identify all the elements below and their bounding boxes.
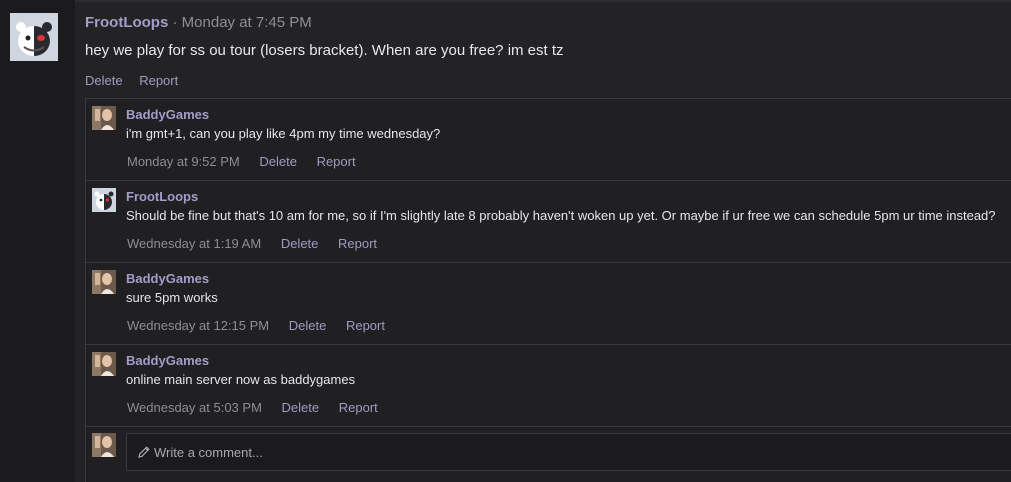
comment-placeholder: Write a comment... — [154, 445, 263, 460]
comment-text: sure 5pm works — [126, 290, 218, 305]
pencil-icon — [138, 446, 150, 458]
comment-timestamp[interactable]: Monday at 9:52 PM — [127, 154, 240, 169]
bear-avatar-icon — [10, 13, 58, 61]
list-item: BaddyGames online main server now as bad… — [86, 345, 1011, 427]
divider — [75, 0, 1011, 2]
post-timestamp[interactable]: Monday at 7:45 PM — [182, 14, 312, 31]
post-author-link[interactable]: FrootLoops — [85, 14, 168, 31]
left-gutter — [0, 0, 75, 482]
comment-input[interactable]: Write a comment... — [126, 433, 1011, 471]
report-button[interactable]: Report — [338, 236, 377, 251]
comment-text: online main server now as baddygames — [126, 372, 356, 387]
header-separator: · — [172, 14, 178, 31]
comment-text: Should be fine but that's 10 am for me, … — [126, 208, 996, 223]
list-item: FrootLoops Should be fine but that's 10 … — [86, 181, 1011, 263]
report-button[interactable]: Report — [317, 154, 356, 169]
user-photo-icon — [92, 270, 116, 294]
delete-button[interactable]: Delete — [282, 400, 320, 415]
list-item: BaddyGames sure 5pm works Wednesday at 1… — [86, 263, 1011, 345]
user-photo-icon — [92, 352, 116, 376]
avatar[interactable] — [92, 106, 116, 130]
comment-author-link[interactable]: FrootLoops — [126, 189, 198, 204]
comment-text: i'm gmt+1, can you play like 4pm my time… — [126, 126, 441, 141]
comment-author-link[interactable]: BaddyGames — [126, 353, 209, 368]
post-body: hey we play for ss ou tour (losers brack… — [85, 42, 564, 59]
comment-author-link[interactable]: BaddyGames — [126, 271, 209, 286]
avatar — [92, 433, 116, 457]
comments-list: BaddyGames i'm gmt+1, can you play like … — [85, 98, 1011, 482]
post-actions: Delete Report — [85, 73, 191, 88]
comment-meta: Wednesday at 12:15 PM Delete Report — [127, 318, 401, 333]
delete-button[interactable]: Delete — [85, 73, 123, 88]
list-item: BaddyGames i'm gmt+1, can you play like … — [86, 99, 1011, 181]
report-button[interactable]: Report — [339, 400, 378, 415]
bear-avatar-icon — [92, 188, 116, 212]
user-photo-icon — [92, 433, 116, 457]
delete-button[interactable]: Delete — [259, 154, 297, 169]
comment-meta: Monday at 9:52 PM Delete Report — [127, 154, 372, 169]
comment-timestamp[interactable]: Wednesday at 12:15 PM — [127, 318, 269, 333]
avatar[interactable] — [92, 352, 116, 376]
comment-meta: Wednesday at 1:19 AM Delete Report — [127, 236, 393, 251]
user-photo-icon — [92, 106, 116, 130]
avatar[interactable] — [92, 270, 116, 294]
report-button[interactable]: Report — [346, 318, 385, 333]
avatar[interactable] — [92, 188, 116, 212]
delete-button[interactable]: Delete — [289, 318, 327, 333]
comment-timestamp[interactable]: Wednesday at 1:19 AM — [127, 236, 261, 251]
avatar[interactable] — [10, 13, 58, 61]
delete-button[interactable]: Delete — [281, 236, 319, 251]
report-button[interactable]: Report — [139, 73, 178, 88]
comment-meta: Wednesday at 5:03 PM Delete Report — [127, 400, 394, 415]
profile-post-thread: FrootLoops · Monday at 7:45 PM hey we pl… — [0, 0, 1011, 482]
comment-author-link[interactable]: BaddyGames — [126, 107, 209, 122]
post-header: FrootLoops · Monday at 7:45 PM — [85, 14, 312, 31]
comment-timestamp[interactable]: Wednesday at 5:03 PM — [127, 400, 262, 415]
